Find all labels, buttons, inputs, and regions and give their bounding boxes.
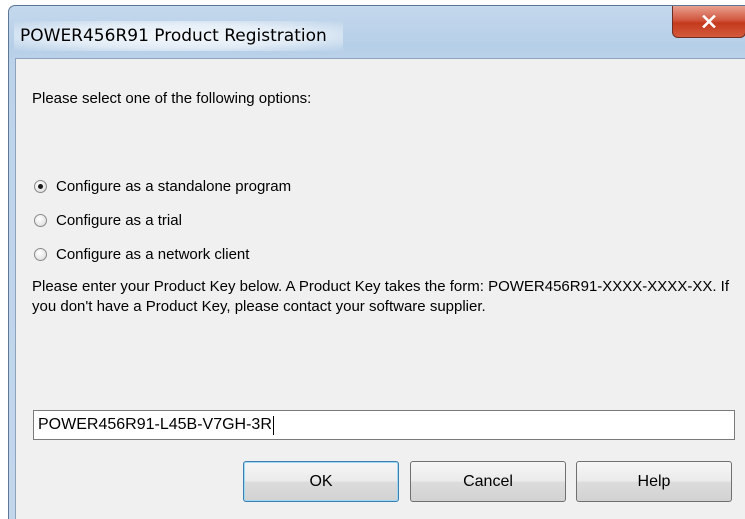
desktop-canvas: POWER456R91 Product Registration Please … [0,0,745,519]
close-icon [702,15,716,28]
dialog-body: Please select one of the following optio… [15,58,745,519]
help-button[interactable]: Help [576,461,732,502]
title-bar[interactable]: POWER456R91 Product Registration [9,6,745,61]
option-network-client-radio-row[interactable]: Configure as a network client [34,243,249,265]
registration-dialog: POWER456R91 Product Registration Please … [8,5,745,519]
network-client-radio-button[interactable] [34,247,47,261]
cancel-button[interactable]: Cancel [410,461,566,502]
close-button[interactable] [672,6,745,38]
standalone-radio-button[interactable] [34,179,47,193]
trial-radio-button[interactable] [34,213,47,227]
text-caret [272,416,274,435]
ok-button[interactable]: OK [243,461,399,502]
network-client-option-label[interactable]: Configure as a network client [56,246,249,263]
option-standalone-radio-row[interactable]: Configure as a standalone program [34,175,291,197]
trial-option-label[interactable]: Configure as a trial [56,212,182,229]
option-trial-radio-row[interactable]: Configure as a trial [34,209,182,231]
standalone-option-label[interactable]: Configure as a standalone program [56,178,291,195]
window-title: POWER456R91 Product Registration [14,21,343,51]
product-key-instructions: Please enter your Product Key below. A P… [32,278,729,315]
select-option-prompt: Please select one of the following optio… [32,90,312,107]
product-key-input[interactable] [33,410,735,440]
